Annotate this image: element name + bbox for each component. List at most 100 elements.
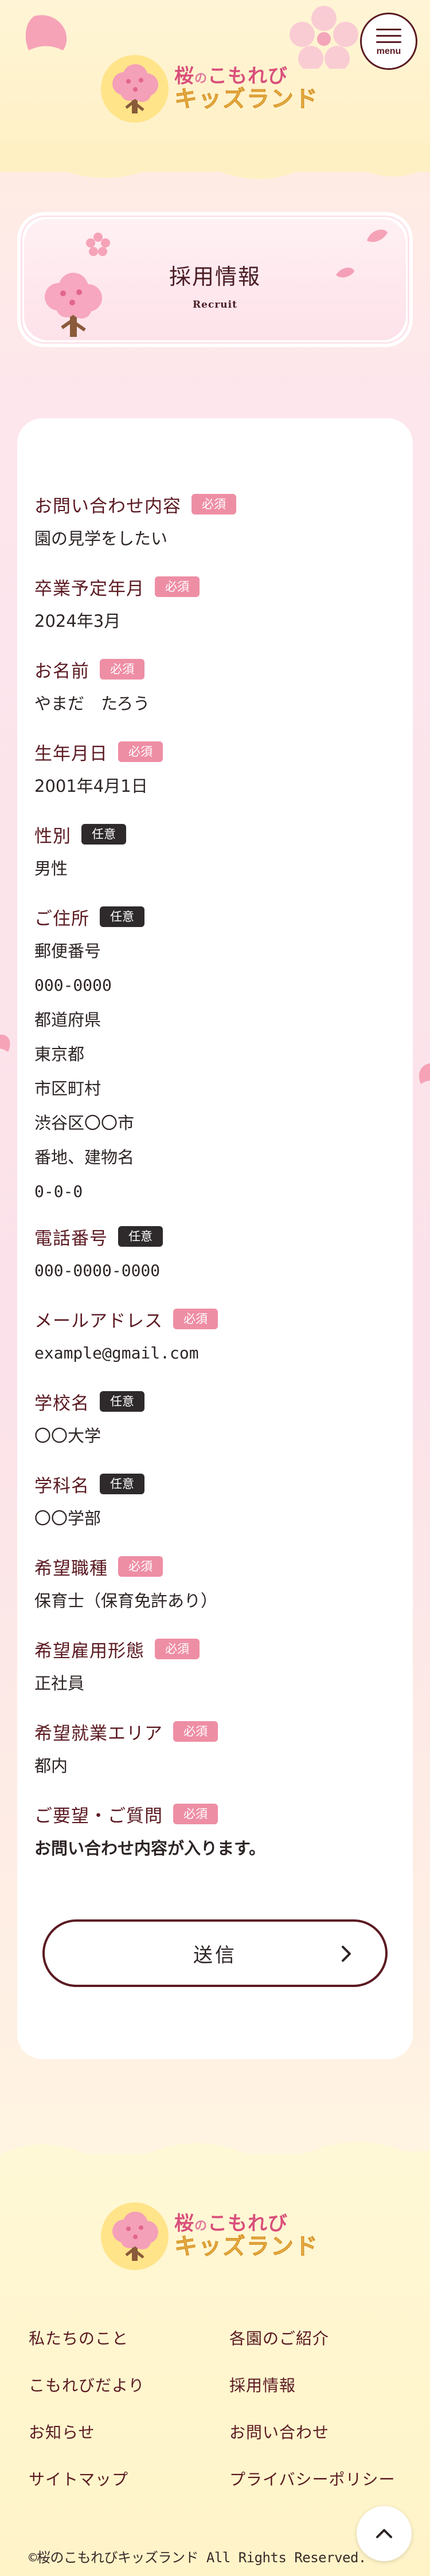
field-label: 生年月日: [34, 743, 108, 764]
required-badge: 必須: [118, 1556, 163, 1577]
field-department: 学科名 任意 〇〇学部: [34, 1472, 396, 1530]
field-value: 都内: [34, 1756, 68, 1776]
field-label: 希望就業エリア: [34, 1723, 163, 1744]
field-value: 2001年4月1日: [34, 776, 148, 796]
logo-char: 桜: [174, 2212, 194, 2236]
footer-link-news[interactable]: お知らせ: [29, 2420, 95, 2443]
logo-char: の: [194, 72, 208, 87]
field-label: ご住所: [34, 908, 89, 929]
field-requests: ご要望・ご質問 必須 お問い合わせ内容が入ります。: [34, 1803, 396, 1860]
field-name: お名前 必須 やまだ たろう: [34, 658, 396, 715]
field-value: 保育士（保育免許あり）: [34, 1591, 218, 1611]
field-employment-type: 希望雇用形態 必須 正社員: [34, 1638, 396, 1695]
sakura-petal-icon: [367, 229, 388, 242]
field-value: example@gmail.com: [34, 1344, 199, 1362]
address-street-value: 0-0-0: [34, 1182, 83, 1201]
required-badge: 必須: [191, 494, 236, 515]
field-value: 〇〇学部: [34, 1509, 101, 1528]
field-label: 学校名: [34, 1393, 89, 1414]
address-postal-label: 郵便番号: [34, 941, 101, 961]
field-label: お問い合わせ内容: [34, 496, 181, 517]
logo-text-top: 桜のこもれび: [174, 2212, 319, 2236]
field-label: 電話番号: [34, 1228, 108, 1249]
footer-link-about[interactable]: 私たちのこと: [29, 2326, 128, 2349]
menu-icon: [376, 28, 401, 30]
footer-link-schools[interactable]: 各園のご紹介: [229, 2326, 329, 2349]
address-street-label: 番地、建物名: [34, 1148, 135, 1167]
required-badge: 必須: [155, 576, 200, 597]
field-label: お名前: [34, 661, 89, 682]
field-value: 2024年3月: [34, 611, 121, 631]
required-badge: 必須: [155, 1639, 200, 1659]
field-value: お問い合わせ内容が入ります。: [34, 1839, 266, 1858]
required-badge: 必須: [100, 659, 144, 680]
logo-text-top: 桜のこもれび: [174, 66, 319, 87]
sakura-petal-icon: [25, 15, 67, 50]
send-button[interactable]: 送信: [42, 1919, 388, 1987]
sakura-flower-icon: [86, 233, 110, 256]
address-city-label: 市区町村: [34, 1079, 101, 1098]
field-inquiry: お問い合わせ内容 必須 園の見学をしたい: [34, 493, 396, 550]
field-value: 〇〇大学: [34, 1426, 101, 1446]
form-confirm-card: お問い合わせ内容 必須 園の見学をしたい 卒業予定年月 必須 2024年3月 お…: [17, 418, 413, 2059]
address-prefecture-value: 東京都: [34, 1044, 85, 1064]
copyright: ©桜のこもれびキッズランド All Rights Reserved.: [29, 2550, 366, 2566]
field-value: 000-0000-0000: [34, 1261, 161, 1280]
menu-button[interactable]: menu: [360, 13, 417, 70]
footer-wave: [0, 2142, 430, 2171]
field-school: 学校名 任意 〇〇大学: [34, 1390, 396, 1447]
field-label: 学科名: [34, 1475, 89, 1497]
optional-badge: 任意: [100, 1391, 144, 1412]
logo-char: の: [194, 2219, 208, 2234]
logo-char: 桜: [174, 65, 194, 88]
menu-icon-bar: [376, 34, 401, 37]
address-postal-value: 000-0000: [34, 976, 112, 995]
logo-char: こもれび: [208, 65, 288, 88]
page-top-button[interactable]: [357, 2506, 412, 2561]
footer-logo[interactable]: 桜のこもれび キッズランド: [101, 2202, 319, 2270]
field-value: 園の見学をしたい: [34, 529, 168, 548]
required-badge: 必須: [173, 1804, 218, 1824]
footer-link-privacy[interactable]: プライバシーポリシー: [229, 2467, 395, 2490]
field-address: ご住所 任意 郵便番号 000-0000 都道府県 東京都 市区町村 渋谷区〇〇…: [34, 905, 396, 1203]
field-label: メールアドレス: [34, 1310, 163, 1332]
field-label: 希望職種: [34, 1558, 108, 1579]
field-phone: 電話番号 任意 000-0000-0000: [34, 1225, 396, 1282]
field-email: メールアドレス 必須 example@gmail.com: [34, 1307, 396, 1365]
sakura-tree-icon: [101, 2202, 169, 2270]
required-badge: 必須: [118, 741, 163, 762]
send-button-label: 送信: [193, 1943, 237, 1967]
required-badge: 必須: [173, 1721, 218, 1742]
site-header: menu 桜のこもれび キッズランド: [0, 0, 430, 179]
footer-link-sitemap[interactable]: サイトマップ: [29, 2467, 128, 2490]
field-value: 正社員: [34, 1674, 85, 1693]
menu-label: menu: [376, 46, 401, 56]
sakura-tree-icon: [101, 55, 169, 123]
chevron-right-icon: [342, 1946, 351, 1962]
field-work-area: 希望就業エリア 必須 都内: [34, 1720, 396, 1777]
field-gender: 性別 任意 男性: [34, 823, 396, 880]
field-label: 卒業予定年月: [34, 578, 144, 599]
address-prefecture-label: 都道府県: [34, 1010, 101, 1030]
field-job-type: 希望職種 必須 保育士（保育免許あり）: [34, 1555, 396, 1612]
header-wave: [0, 143, 430, 179]
footer-link-contact[interactable]: お問い合わせ: [229, 2420, 329, 2443]
page-title-card: 採用情報 Recruit: [17, 212, 413, 347]
optional-badge: 任意: [81, 824, 126, 845]
field-value: 男性: [34, 859, 68, 878]
footer-link-recruit[interactable]: 採用情報: [229, 2373, 296, 2396]
logo-char: こもれび: [208, 2212, 288, 2236]
field-label: 性別: [34, 826, 71, 847]
page-title-inner: 採用情報 Recruit: [24, 219, 406, 340]
page-subtitle: Recruit: [193, 299, 237, 311]
page-title: 採用情報: [169, 264, 261, 289]
optional-badge: 任意: [100, 906, 144, 927]
footer-link-newsletter[interactable]: こもれびだより: [29, 2373, 144, 2396]
logo-text-bottom: キッズランド: [174, 85, 319, 112]
field-birthdate: 生年月日 必須 2001年4月1日: [34, 740, 396, 798]
site-logo[interactable]: 桜のこもれび キッズランド: [101, 55, 319, 123]
optional-badge: 任意: [118, 1226, 163, 1247]
logo-text-bottom: キッズランド: [174, 2233, 319, 2260]
required-badge: 必須: [173, 1309, 218, 1329]
sakura-petal-icon: [419, 1063, 430, 1084]
